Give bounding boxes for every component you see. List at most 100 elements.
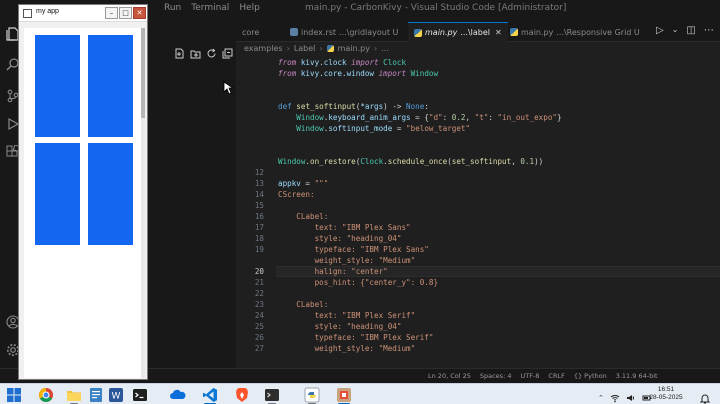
- refresh-icon[interactable]: [206, 44, 217, 58]
- menu-help[interactable]: Help: [239, 3, 260, 13]
- brave-browser-icon[interactable]: [234, 387, 250, 403]
- line-number: 27: [254, 344, 264, 353]
- taskbar-clock[interactable]: 16:51 28-05-2025: [646, 386, 686, 402]
- code-line[interactable]: 17 text: "IBM Plex Sans": [236, 222, 720, 233]
- new-file-icon[interactable]: [174, 44, 185, 59]
- code-line[interactable]: 22: [236, 288, 720, 299]
- grid-tile-3[interactable]: [35, 143, 80, 245]
- code-line[interactable]: 26 typeface: "IBM Plex Serif": [236, 332, 720, 343]
- grid-tile-1[interactable]: [35, 35, 80, 137]
- line-number: 19: [254, 245, 264, 254]
- line-number: 12: [254, 168, 264, 177]
- code-line[interactable]: Window.keyboard_anim_args = {"d": 0.2, "…: [236, 112, 720, 123]
- maximize-button[interactable]: □: [119, 7, 132, 19]
- line-number: 20: [254, 267, 264, 276]
- code-line[interactable]: 21 pos_hint: {"center_y": 0.8}: [236, 277, 720, 288]
- volume-icon[interactable]: [626, 388, 636, 404]
- python-idle-icon[interactable]: [304, 387, 320, 403]
- code-line[interactable]: 25 style: "heading_04": [236, 321, 720, 332]
- code-line[interactable]: [236, 90, 720, 101]
- more-actions-icon[interactable]: ⋯: [704, 25, 714, 36]
- tab-main-py-responsive-grid[interactable]: main.py ...\Responsive Grid U: [504, 22, 646, 42]
- code-token: :: [424, 102, 429, 111]
- run-python-icon[interactable]: ▷: [656, 25, 664, 36]
- breadcrumb-item[interactable]: Label: [294, 44, 316, 53]
- minimize-button[interactable]: –: [105, 7, 118, 19]
- new-folder-icon[interactable]: [190, 44, 201, 59]
- code-line[interactable]: 15: [236, 200, 720, 211]
- start-windows-icon[interactable]: [6, 387, 22, 403]
- terminal-dark-icon[interactable]: [264, 387, 280, 403]
- code-line[interactable]: weight_style: "Medium": [236, 255, 720, 266]
- breadcrumb-item[interactable]: examples: [244, 44, 283, 53]
- network-icon[interactable]: [610, 388, 620, 404]
- breadcrumb-item[interactable]: ...: [381, 44, 389, 53]
- code-token: on_restore: [310, 157, 356, 166]
- code-token: }: [556, 113, 562, 122]
- line-number: 22: [254, 289, 264, 298]
- tab-index-rst[interactable]: index.rst ...\gridlayout U: [284, 22, 404, 42]
- status-language[interactable]: {} Python: [574, 372, 607, 380]
- file-explorer-icon[interactable]: [66, 387, 82, 403]
- tab-core[interactable]: core: [236, 22, 265, 42]
- chevron-up-icon[interactable]: ⌃: [598, 394, 604, 402]
- code-token: keyboard_anim_args: [328, 113, 411, 122]
- code-line[interactable]: from kivy.clock import Clock: [236, 57, 720, 68]
- grid-tile-2[interactable]: [88, 35, 133, 137]
- code-token: ,: [465, 113, 475, 122]
- split-editor-icon[interactable]: ◫: [686, 25, 695, 36]
- tab-label: core: [242, 27, 260, 37]
- breadcrumb-item[interactable]: main.py: [338, 44, 370, 53]
- status-indentation[interactable]: Spaces: 4: [480, 372, 512, 380]
- menu-run[interactable]: Run: [164, 3, 181, 13]
- word-icon[interactable]: W: [108, 387, 124, 403]
- scrollbar[interactable]: [141, 28, 145, 378]
- code-line[interactable]: Window.softinput_mode = "below_target": [236, 123, 720, 134]
- notes-app-icon[interactable]: [88, 387, 104, 403]
- kivy-titlebar[interactable]: my app – □ ✕: [19, 5, 147, 22]
- vscode-menu-bar: Run Terminal Help: [164, 3, 260, 13]
- status-eol[interactable]: CRLF: [548, 372, 564, 380]
- status-encoding[interactable]: UTF-8: [520, 372, 539, 380]
- kivy-app-taskbar-icon[interactable]: [336, 387, 352, 403]
- close-tab-icon[interactable]: ✕: [495, 28, 502, 37]
- code-line[interactable]: 19 typeface: "IBM Plex Sans": [236, 244, 720, 255]
- scrollbar-thumb[interactable]: [141, 28, 145, 118]
- collapse-all-icon[interactable]: [222, 44, 233, 59]
- code-line[interactable]: [236, 145, 720, 156]
- code-line[interactable]: 27 weight_style: "Medium": [236, 343, 720, 354]
- code-token: style: "heading_04": [278, 322, 402, 331]
- code-line[interactable]: Window.on_restore(Clock.schedule_once(se…: [236, 156, 720, 167]
- code-line[interactable]: 18 style: "heading_04": [236, 233, 720, 244]
- tab-main-py-label[interactable]: main.py ...\label ✕: [408, 22, 508, 42]
- close-button[interactable]: ✕: [133, 7, 146, 19]
- chrome-icon[interactable]: [38, 387, 54, 403]
- code-line[interactable]: [236, 79, 720, 90]
- code-line[interactable]: 23 CLabel:: [236, 299, 720, 310]
- notification-bell-icon[interactable]: [699, 389, 711, 404]
- code-line[interactable]: 13 appkv = """: [236, 178, 720, 189]
- menu-terminal[interactable]: Terminal: [191, 3, 229, 13]
- chevron-down-icon[interactable]: ⌄: [672, 25, 679, 36]
- window-controls: – □ ✕: [105, 7, 146, 19]
- status-interpreter[interactable]: 3.11.9 64-bit: [616, 372, 658, 380]
- code-line[interactable]: 14 CScreen:: [236, 189, 720, 200]
- code-line[interactable]: 20 halign: "center": [236, 266, 720, 277]
- onedrive-icon[interactable]: [170, 387, 186, 403]
- code-line[interactable]: 12: [236, 167, 720, 178]
- terminal-icon[interactable]: [132, 387, 148, 403]
- code-line[interactable]: 16 CLabel:: [236, 211, 720, 222]
- code-editor[interactable]: from kivy.clock import Clock from kivy.co…: [236, 55, 720, 368]
- line-number: 25: [254, 322, 264, 331]
- code-line[interactable]: [236, 134, 720, 145]
- code-token: Window: [296, 124, 324, 133]
- status-cursor-position[interactable]: Ln 20, Col 25: [428, 372, 471, 380]
- vscode-icon[interactable]: [202, 387, 218, 403]
- code-line[interactable]: from kivy.core.window import Window: [236, 68, 720, 79]
- grid-tile-4[interactable]: [88, 143, 133, 245]
- code-text: CScreen:: [278, 189, 315, 200]
- code-text: style: "heading_04": [278, 321, 402, 332]
- code-line[interactable]: def set_softinput(*args) -> None:: [236, 101, 720, 112]
- code-line[interactable]: 24 text: "IBM Plex Serif": [236, 310, 720, 321]
